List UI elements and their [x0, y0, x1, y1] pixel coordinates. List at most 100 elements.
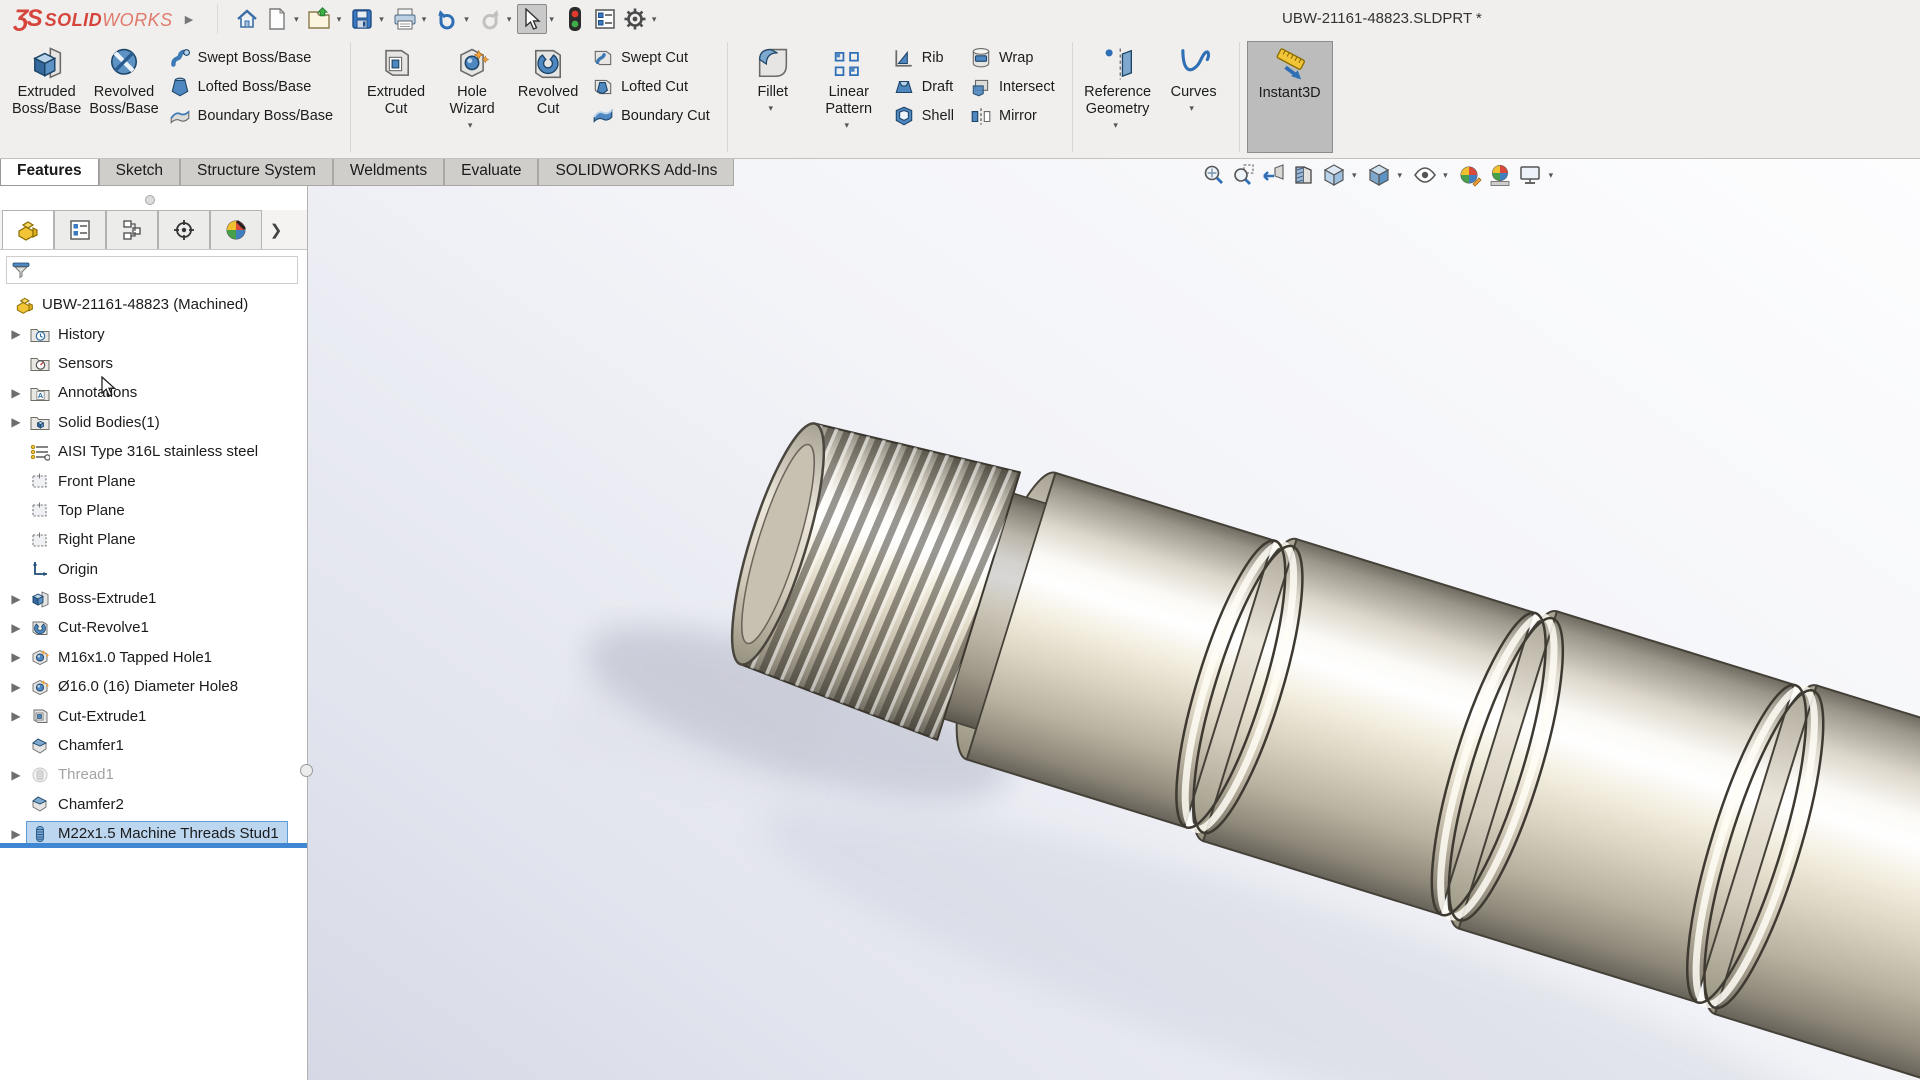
- expand-arrow-icon[interactable]: ▶: [6, 680, 26, 694]
- tree-item-m16-tapped-hole1[interactable]: ▶ M16x1.0 Tapped Hole1: [0, 643, 307, 672]
- view-orientation-button[interactable]: [1320, 162, 1347, 188]
- tree-item-origin[interactable]: Origin: [0, 555, 307, 584]
- expand-arrow-icon[interactable]: ▶: [6, 415, 26, 429]
- tree-item-cut-extrude1[interactable]: ▶ Cut-Extrude1: [0, 701, 307, 730]
- reference-geometry-button[interactable]: Reference Geometry ▾: [1080, 41, 1156, 131]
- extruded-boss-base-button[interactable]: Extruded Boss/Base: [8, 41, 85, 118]
- new-document-button[interactable]: [262, 4, 292, 34]
- zoom-to-fit-button[interactable]: [1200, 162, 1227, 188]
- dropdown-arrow-icon[interactable]: ▾: [1398, 170, 1403, 181]
- tree-item-cut-revolve1[interactable]: ▶ Cut-Revolve1: [0, 613, 307, 642]
- dropdown-arrow-icon[interactable]: ▾: [337, 14, 342, 25]
- print-button[interactable]: [390, 4, 420, 34]
- undo-button[interactable]: [432, 4, 462, 34]
- dropdown-arrow-icon[interactable]: ▾: [1443, 170, 1448, 181]
- expand-arrow-icon[interactable]: ▶: [6, 709, 26, 723]
- linear-pattern-button[interactable]: Linear Pattern ▾: [811, 41, 887, 131]
- dropdown-arrow-icon[interactable]: ▾: [507, 14, 512, 25]
- featuremanager-tab[interactable]: [2, 210, 54, 249]
- graphics-viewport[interactable]: ▾ ▾ ▾: [308, 159, 1920, 1080]
- edit-appearance-button[interactable]: [1457, 162, 1484, 188]
- revolved-cut-button[interactable]: Revolved Cut: [510, 41, 586, 118]
- previous-view-button[interactable]: [1260, 162, 1287, 188]
- boundary-boss-base-button[interactable]: Boundary Boss/Base: [163, 101, 343, 130]
- tree-item-material[interactable]: AISI Type 316L stainless steel: [0, 437, 307, 466]
- dropdown-arrow-icon[interactable]: ▾: [1189, 103, 1194, 114]
- draft-button[interactable]: Draft: [887, 72, 964, 101]
- instant3d-button[interactable]: Instant3D: [1247, 41, 1333, 153]
- hole-wizard-button[interactable]: Hole Wizard ▾: [434, 41, 510, 131]
- boundary-cut-button[interactable]: Boundary Cut: [586, 101, 720, 130]
- shell-button[interactable]: Shell: [887, 101, 964, 130]
- dropdown-arrow-icon[interactable]: ▾: [464, 14, 469, 25]
- tree-item-solid-bodies[interactable]: ▶ Solid Bodies(1): [0, 408, 307, 437]
- expand-arrow-icon[interactable]: ▶: [6, 827, 26, 841]
- dropdown-arrow-icon[interactable]: ▾: [422, 14, 427, 25]
- tree-item-thread1-suppressed[interactable]: ▶ Thread1: [0, 760, 307, 789]
- dropdown-arrow-icon[interactable]: ▾: [844, 120, 849, 131]
- panel-collapse-handle[interactable]: [145, 195, 155, 205]
- tab-sketch[interactable]: Sketch: [99, 159, 180, 186]
- tree-item-boss-extrude1[interactable]: ▶ Boss-Extrude1: [0, 584, 307, 613]
- rebuild-button[interactable]: [560, 4, 590, 34]
- dropdown-arrow-icon[interactable]: ▾: [652, 14, 657, 25]
- apply-scene-button[interactable]: [1487, 162, 1514, 188]
- intersect-button[interactable]: Intersect: [964, 72, 1065, 101]
- panel-tabs-expand-arrow[interactable]: ❯: [262, 210, 290, 249]
- tab-evaluate[interactable]: Evaluate: [444, 159, 538, 186]
- rib-button[interactable]: Rib: [887, 43, 964, 72]
- dropdown-arrow-icon[interactable]: ▾: [768, 103, 773, 114]
- tab-weldments[interactable]: Weldments: [333, 159, 444, 186]
- display-style-button[interactable]: [1366, 162, 1393, 188]
- tab-features[interactable]: Features: [0, 159, 99, 186]
- tab-structure-system[interactable]: Structure System: [180, 159, 333, 186]
- options-button[interactable]: [620, 4, 650, 34]
- expand-arrow-icon[interactable]: ▶: [6, 327, 26, 341]
- properties-button[interactable]: [590, 4, 620, 34]
- home-button[interactable]: [232, 4, 262, 34]
- tree-item-root-part[interactable]: UBW-21161-48823 (Machined): [0, 290, 307, 319]
- dropdown-arrow-icon[interactable]: ▾: [294, 14, 299, 25]
- shaft-3d-model[interactable]: [308, 159, 1920, 1080]
- zoom-to-area-button[interactable]: [1230, 162, 1257, 188]
- dropdown-arrow-icon[interactable]: ▾: [1549, 170, 1554, 181]
- tree-filter-input[interactable]: [37, 259, 297, 281]
- dropdown-arrow-icon[interactable]: ▾: [468, 120, 473, 131]
- tree-item-chamfer2[interactable]: Chamfer2: [0, 790, 307, 819]
- select-tool-button[interactable]: [517, 4, 547, 34]
- tree-item-sensors[interactable]: Sensors: [0, 349, 307, 378]
- dropdown-arrow-icon[interactable]: ▾: [1352, 170, 1357, 181]
- tree-item-right-plane[interactable]: Right Plane: [0, 525, 307, 554]
- tree-item-diameter-hole8[interactable]: ▶ Ø16.0 (16) Diameter Hole8: [0, 672, 307, 701]
- dropdown-arrow-icon[interactable]: ▾: [379, 14, 384, 25]
- tree-item-top-plane[interactable]: Top Plane: [0, 496, 307, 525]
- curves-button[interactable]: Curves ▾: [1156, 41, 1232, 114]
- section-view-button[interactable]: [1290, 162, 1317, 188]
- tab-solidworks-add-ins[interactable]: SOLIDWORKS Add-Ins: [538, 159, 734, 186]
- displaymanager-tab[interactable]: [210, 210, 262, 249]
- open-button[interactable]: [305, 4, 335, 34]
- swept-boss-base-button[interactable]: Swept Boss/Base: [163, 43, 343, 72]
- redo-button[interactable]: [475, 4, 505, 34]
- wrap-button[interactable]: Wrap: [964, 43, 1065, 72]
- extruded-cut-button[interactable]: Extruded Cut: [358, 41, 434, 118]
- rollback-bar[interactable]: [0, 843, 307, 848]
- tree-item-chamfer1[interactable]: Chamfer1: [0, 731, 307, 760]
- expand-arrow-icon[interactable]: ▶: [6, 621, 26, 635]
- save-button[interactable]: [347, 4, 377, 34]
- expand-arrow-icon[interactable]: ▶: [6, 592, 26, 606]
- expand-arrow-icon[interactable]: ▶: [6, 650, 26, 664]
- lofted-boss-base-button[interactable]: Lofted Boss/Base: [163, 72, 343, 101]
- panel-splitter-handle[interactable]: [300, 764, 313, 777]
- tree-item-front-plane[interactable]: Front Plane: [0, 466, 307, 495]
- hide-show-items-button[interactable]: [1411, 162, 1438, 188]
- fillet-button[interactable]: Fillet ▾: [735, 41, 811, 114]
- dropdown-arrow-icon[interactable]: ▾: [549, 14, 554, 25]
- swept-cut-button[interactable]: Swept Cut: [586, 43, 720, 72]
- expand-arrow-icon[interactable]: ▶: [6, 386, 26, 400]
- menu-flyout-arrow-icon[interactable]: ▶: [185, 13, 193, 26]
- dropdown-arrow-icon[interactable]: ▾: [1113, 120, 1118, 131]
- revolved-boss-base-button[interactable]: Revolved Boss/Base: [85, 41, 162, 118]
- mirror-button[interactable]: Mirror: [964, 101, 1065, 130]
- tree-filter-box[interactable]: [6, 256, 298, 284]
